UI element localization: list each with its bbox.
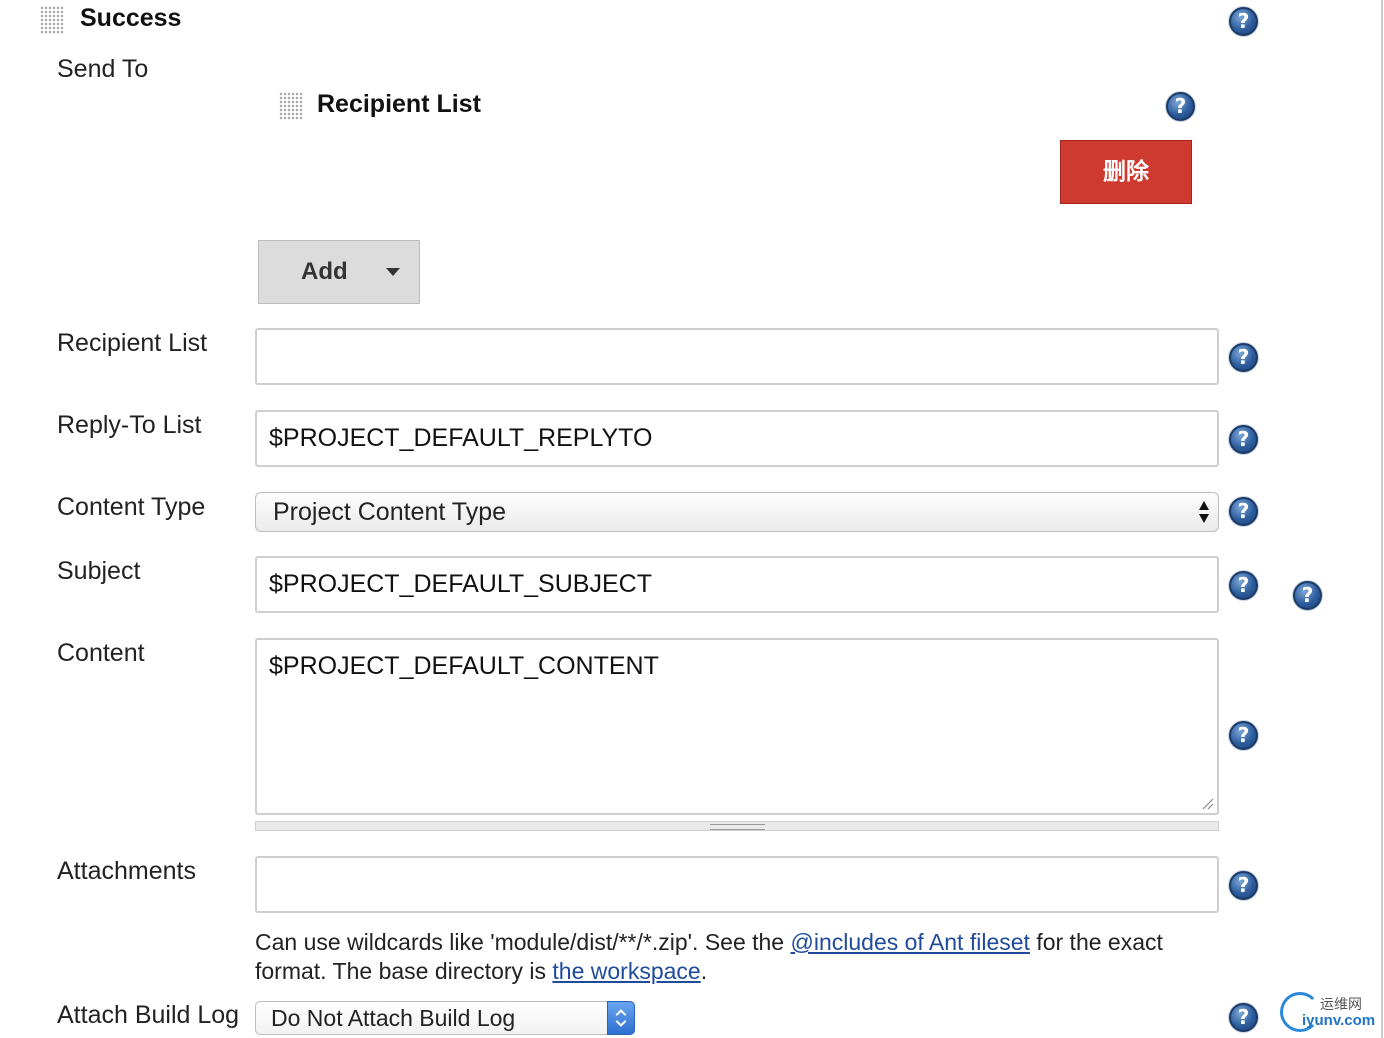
help-icon[interactable]: ? (1293, 581, 1322, 610)
resize-grip-icon[interactable] (710, 824, 765, 830)
textarea-resize-bar[interactable] (255, 821, 1219, 831)
subject-label: Subject (57, 557, 141, 585)
watermark-logo: 运维网 iyunv.com (1280, 990, 1380, 1034)
page-right-border (1381, 0, 1383, 1038)
content-value: $PROJECT_DEFAULT_CONTENT (269, 652, 659, 680)
attach-build-log-label: Attach Build Log (57, 1001, 240, 1029)
workspace-link[interactable]: the workspace (552, 958, 700, 984)
content-type-value: Project Content Type (273, 498, 507, 526)
ant-fileset-link[interactable]: @includes of Ant fileset (791, 929, 1030, 955)
help-icon[interactable]: ? (1229, 1003, 1258, 1032)
delete-button[interactable]: 删除 (1060, 140, 1192, 204)
help-icon[interactable]: ? (1229, 721, 1258, 750)
attach-build-log-value: Do Not Attach Build Log (271, 1005, 516, 1031)
reply-to-list-input[interactable]: $PROJECT_DEFAULT_REPLYTO (255, 410, 1219, 467)
subject-input[interactable]: $PROJECT_DEFAULT_SUBJECT (255, 556, 1219, 613)
send-to-label: Send To (57, 55, 149, 83)
recipient-list-label: Recipient List (57, 329, 208, 357)
help-icon[interactable]: ? (1229, 343, 1258, 372)
attachments-input[interactable] (255, 856, 1219, 913)
help-icon[interactable]: ? (1229, 497, 1258, 526)
select-arrows-icon (1199, 501, 1209, 523)
content-label: Content (57, 639, 145, 667)
caret-down-icon (386, 268, 400, 276)
add-button-label: Add (301, 258, 348, 285)
recipient-list-input[interactable] (255, 328, 1219, 385)
help-icon[interactable]: ? (1229, 425, 1258, 454)
attachments-help-text: Can use wildcards like 'module/dist/**/*… (255, 928, 1235, 986)
drag-handle-icon[interactable] (279, 92, 303, 120)
resize-corner-icon[interactable] (1202, 798, 1214, 810)
attach-build-log-select[interactable]: Do Not Attach Build Log (255, 1001, 635, 1035)
help-icon[interactable]: ? (1229, 571, 1258, 600)
add-button[interactable]: Add (258, 240, 420, 304)
help-icon[interactable]: ? (1166, 92, 1195, 121)
help-icon[interactable]: ? (1229, 871, 1258, 900)
content-textarea[interactable]: $PROJECT_DEFAULT_CONTENT (255, 638, 1219, 815)
watermark-bottom-text: iyunv.com (1302, 1012, 1376, 1029)
attachments-label: Attachments (57, 857, 196, 885)
section-title-success: Success (80, 4, 182, 32)
watermark-top-text: 运维网 (1320, 997, 1362, 1013)
select-arrows-icon (607, 1001, 635, 1035)
content-type-select[interactable]: Project Content Type (255, 492, 1219, 532)
help-text-part: . (700, 958, 708, 984)
recipient-list-title: Recipient List (317, 90, 481, 118)
help-icon[interactable]: ? (1229, 7, 1258, 36)
drag-handle-icon[interactable] (40, 6, 64, 34)
reply-to-list-label: Reply-To List (57, 411, 202, 439)
help-text-part: Can use wildcards like 'module/dist/**/*… (255, 929, 791, 955)
content-type-label: Content Type (57, 493, 206, 521)
